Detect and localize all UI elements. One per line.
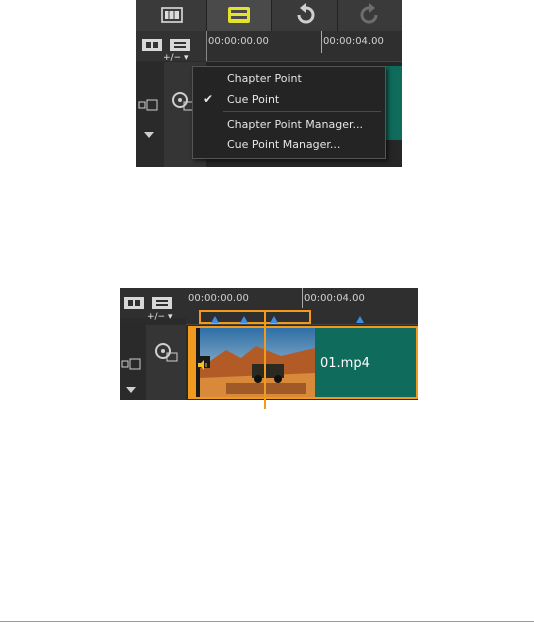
menu-separator xyxy=(223,111,381,112)
track-lock-column xyxy=(120,325,146,400)
chapter-cue-context-menu: Chapter Point ✔ Cue Point Chapter Point … xyxy=(192,66,386,159)
cue-point-marker xyxy=(240,316,248,323)
collapse-arrow-icon xyxy=(126,387,136,393)
time-ruler[interactable]: 00:00:00.00 00:00:04.00 xyxy=(206,31,402,62)
menu-item-chapter-point[interactable]: Chapter Point xyxy=(193,69,383,89)
overlay-track-icon xyxy=(170,39,190,51)
cue-point-marker xyxy=(211,316,219,323)
redo-button[interactable] xyxy=(338,0,402,31)
audio-icon xyxy=(196,356,210,370)
chevron-down-icon: ▾ xyxy=(168,312,173,322)
ruler-major-tick xyxy=(321,31,322,53)
undo-button[interactable] xyxy=(272,0,338,31)
thumbnail-desert-scene xyxy=(200,328,315,397)
ruler-time-mid: 00:00:04.00 xyxy=(323,36,384,47)
video-reel-icon xyxy=(155,343,178,362)
cue-point-markers xyxy=(211,316,364,323)
page-divider xyxy=(0,621,534,622)
timeline-view-button[interactable] xyxy=(207,0,272,31)
ruler-major-tick xyxy=(302,288,303,308)
cue-point-marker xyxy=(270,316,278,323)
menu-item-chapter-point-manager[interactable]: Chapter Point Manager... xyxy=(193,115,383,135)
overlay-track-icon xyxy=(152,297,172,309)
ruler-time-mid: 00:00:04.00 xyxy=(304,293,365,304)
checkmark-icon: ✔ xyxy=(203,92,214,106)
filmstrip-icon xyxy=(161,7,183,23)
playhead-tick xyxy=(206,31,207,61)
ruler-time-start: 00:00:00.00 xyxy=(208,36,269,47)
collapse-arrow-icon xyxy=(144,132,154,138)
ruler-time-start: 00:00:00.00 xyxy=(188,293,249,304)
menu-item-cue-point-manager[interactable]: Cue Point Manager... xyxy=(193,135,383,155)
video-track-header xyxy=(146,325,186,400)
video-track-icon xyxy=(124,297,144,309)
undo-icon xyxy=(297,3,315,24)
redo-icon xyxy=(360,3,378,24)
add-remove-chapter-cue-button[interactable]: +/− ▾ xyxy=(147,312,173,322)
lock-toggle-icon[interactable] xyxy=(136,62,164,167)
video-track-icon xyxy=(142,39,162,51)
track-lock-column xyxy=(136,62,164,167)
menu-item-cue-point[interactable]: ✔ Cue Point xyxy=(193,90,383,110)
video-clip[interactable]: 01.mp4 xyxy=(188,326,418,399)
timeline-view-icon xyxy=(228,7,250,23)
playhead[interactable] xyxy=(264,310,266,409)
video-clip-partial[interactable] xyxy=(385,66,402,140)
clip-thumbnail xyxy=(196,328,315,397)
lock-toggle-icon[interactable] xyxy=(120,325,146,400)
clip-filename: 01.mp4 xyxy=(320,356,370,371)
storyboard-view-button[interactable] xyxy=(136,0,207,31)
cue-point-marker xyxy=(356,316,364,323)
timeline-panel-bottom: +/− ▾ 00:00:00.00 00:00:04.00 01.mp4 xyxy=(120,288,418,409)
